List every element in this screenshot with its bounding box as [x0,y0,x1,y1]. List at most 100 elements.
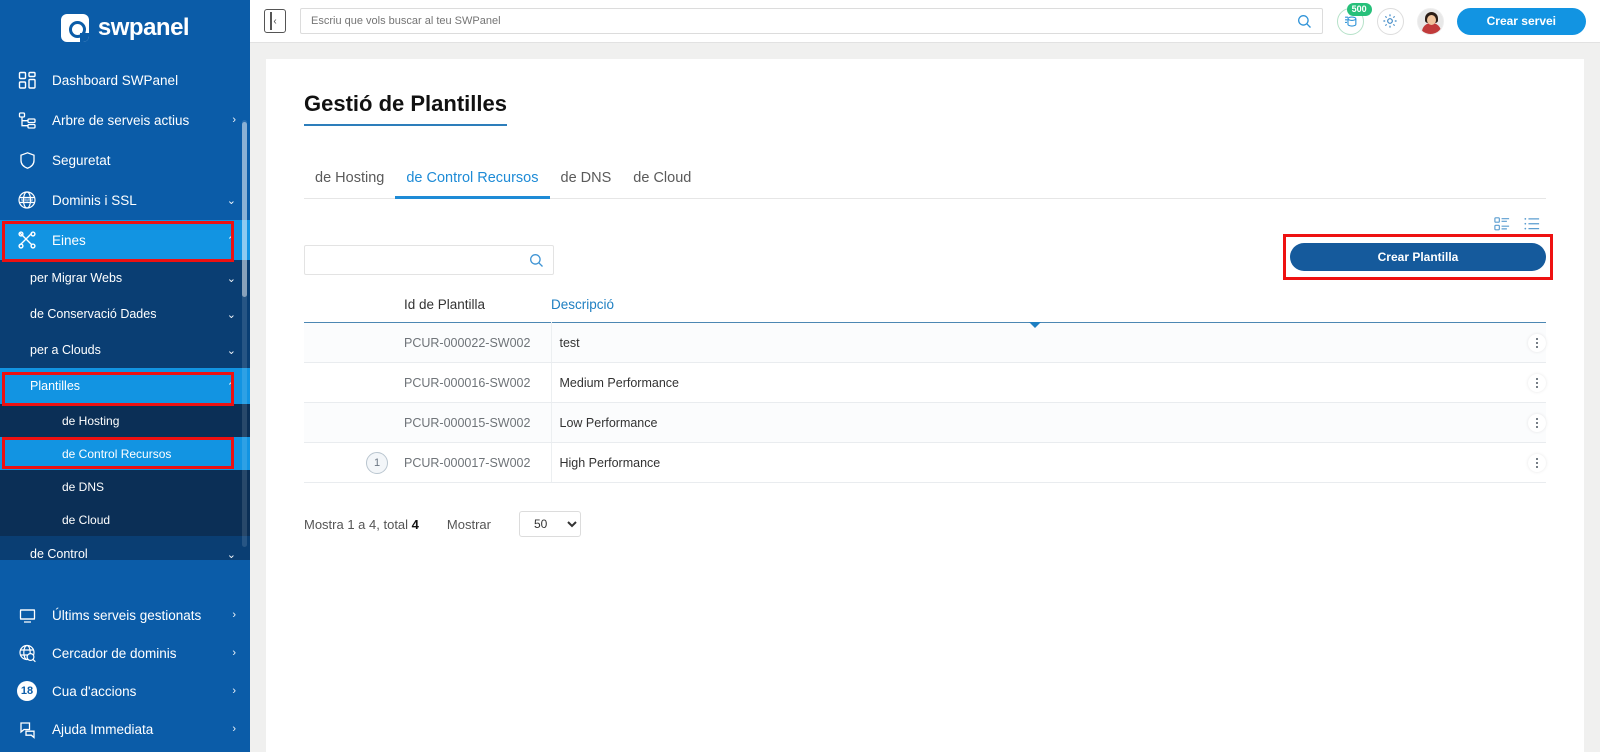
content-wrapper: Gestió de Plantilles de Hosting de Contr… [250,43,1600,752]
chevron-right-icon: › [232,647,236,659]
sidebar-scrollbar-thumb[interactable] [242,122,247,297]
sidebar-item-ajuda-immediata[interactable]: Ajuda Immediata › [0,710,250,748]
table-search-input[interactable] [314,253,529,267]
tab-de-control-recursos[interactable]: de Control Recursos [395,166,550,199]
sidebar-item-per-a-clouds[interactable]: per a Clouds ⌄ [0,332,250,368]
sidebar-item-dominis-i-ssl[interactable]: www Dominis i SSL ⌄ [0,180,250,220]
row-menu-icon[interactable] [1528,453,1546,472]
global-search[interactable] [300,8,1323,34]
sidebar-item-per-migrar-webs[interactable]: per Migrar Webs ⌄ [0,260,250,296]
collapse-sidebar-icon[interactable]: ‹ [264,9,286,33]
sidebar-item-label: Cua d'accions [52,683,137,699]
view-toggle-bar [304,213,1546,235]
sidebar-item-label: Plantilles [30,379,81,393]
search-icon[interactable] [1297,14,1312,29]
column-header-descripcio[interactable]: Descripció [551,297,1506,328]
brand-logo[interactable]: swpanel [0,0,250,48]
cell-descripcio: High Performance [550,442,1506,483]
tab-de-dns[interactable]: de DNS [550,166,623,199]
cell-actions [1506,402,1546,443]
create-service-button[interactable]: Crear servei [1456,7,1586,35]
showing-prefix: Mostra 1 a 4, total [304,516,412,532]
notification-count-badge: 500 [1346,2,1372,17]
tab-de-hosting[interactable]: de Hosting [304,166,395,199]
search-input[interactable] [311,15,1297,27]
column-header-id-de-plantilla[interactable]: Id de Plantilla [304,297,551,323]
sidebar-item-de-control[interactable]: de Control ⌄ [0,536,250,560]
www-globe-icon: www [14,189,40,211]
sidebar-nav: Dashboard SWPanel Arbre de serveis actiu… [0,60,250,752]
content-card: Gestió de Plantilles de Hosting de Contr… [266,59,1584,752]
sidebar-item-cercador-de-dominis[interactable]: Cercador de dominis › [0,634,250,672]
topbar: ‹ 500 [250,0,1600,43]
search-icon[interactable] [529,253,544,268]
chevron-down-icon: ⌄ [226,194,236,207]
tools-icon [14,229,40,251]
sidebar-item-label: Cercador de dominis [52,645,177,661]
database-notifications-icon[interactable]: 500 [1336,2,1372,35]
sidebar-item-label: per a Clouds [30,343,101,357]
create-template-button[interactable]: Crear Plantilla [1290,243,1546,271]
sidebar-item-de-control-recursos[interactable]: de Control Recursos [0,437,250,470]
sidebar-item-seguretat[interactable]: Seguretat [0,140,250,180]
table-row[interactable]: PCUR-000022-SW002 test [304,322,1546,363]
sidebar-item-cua-daccions[interactable]: 18 Cua d'accions › [0,672,250,710]
page-size-select[interactable]: 50 [518,511,581,537]
cell-actions [1506,362,1546,403]
tab-bar: de Hosting de Control Recursos de DNS de… [304,166,1546,199]
sidebar-item-de-hosting[interactable]: de Hosting [0,404,250,437]
row-menu-icon[interactable] [1528,333,1546,352]
grid-view-icon[interactable] [1494,216,1510,232]
sidebar-item-label: Últims serveis gestionats [52,607,202,623]
sidebar-item-label: Seguretat [52,152,111,168]
sidebar-nav-bottom: Últims serveis gestionats › Cercador de … [0,596,250,752]
count-badge-icon: 18 [14,680,40,702]
table-row[interactable]: PCUR-000016-SW002 Medium Performance [304,362,1546,403]
sidebar-item-de-conservacio-dades[interactable]: de Conservació Dades ⌄ [0,296,250,332]
shield-icon [14,149,40,171]
table-head: Id de Plantilla Descripció [304,297,1546,328]
user-avatar[interactable] [1416,7,1444,35]
filter-row: Crear Plantilla [304,234,1553,280]
sidebar-item-plantilles[interactable]: Plantilles ⌃ [0,368,250,404]
table-row[interactable]: PCUR-000015-SW002 Low Performance [304,402,1546,443]
sidebar-item-label: Ajuda Immediata [52,721,154,737]
cell-actions [1506,442,1546,483]
list-view-icon[interactable] [1524,216,1540,232]
chevron-right-icon: › [232,609,236,621]
sidebar-item-de-cloud[interactable]: de Cloud [0,503,250,536]
globe-search-icon [14,642,40,664]
sidebar-item-ultims-serveis-gestionats[interactable]: Últims serveis gestionats › [0,596,250,634]
avatar-face [1426,14,1436,25]
topbar-actions: 500 Crear servei [1336,2,1586,35]
chevron-right-icon: › [232,723,236,735]
showing-total: 4 [411,516,419,532]
row-number-badge: 1 [366,451,388,474]
table-row[interactable]: 1 PCUR-000017-SW002 High Performance [304,442,1546,483]
sidebar-item-label: de Conservació Dades [30,307,157,321]
sort-desc-icon [1028,322,1041,328]
row-menu-icon[interactable] [1528,373,1546,392]
cell-descripcio: Medium Performance [550,362,1506,403]
tree-icon [14,109,40,131]
sidebar-item-eines[interactable]: Eines ⌃ [0,220,250,260]
svg-text:www: www [20,198,33,204]
sidebar-item-label: Dominis i SSL [52,192,137,208]
sidebar-item-label: Arbre de serveis actius [52,112,190,128]
tab-de-cloud[interactable]: de Cloud [622,166,702,199]
sidebar-item-dashboard-swpanel[interactable]: Dashboard SWPanel [0,60,250,100]
row-menu-icon[interactable] [1528,413,1546,432]
table-search[interactable] [304,245,554,275]
queue-count-badge: 18 [17,681,37,701]
chevron-up-icon: ⌃ [226,234,236,247]
sidebar-item-arbre-serveis-actius[interactable]: Arbre de serveis actius › [0,100,250,140]
brand-name: swpanel [97,14,190,41]
chevron-right-icon: › [232,114,236,126]
sidebar-item-de-dns[interactable]: de DNS [0,470,250,503]
table-footer: Mostra 1 a 4, total 4 Mostrar 50 [304,511,1546,537]
templates-table: Id de Plantilla Descripció PCUR-000022-S… [304,297,1546,483]
cell-actions [1506,322,1546,363]
gear-icon[interactable] [1376,7,1404,35]
chevron-down-icon: ⌄ [226,548,236,561]
chevron-right-icon: › [232,685,236,697]
